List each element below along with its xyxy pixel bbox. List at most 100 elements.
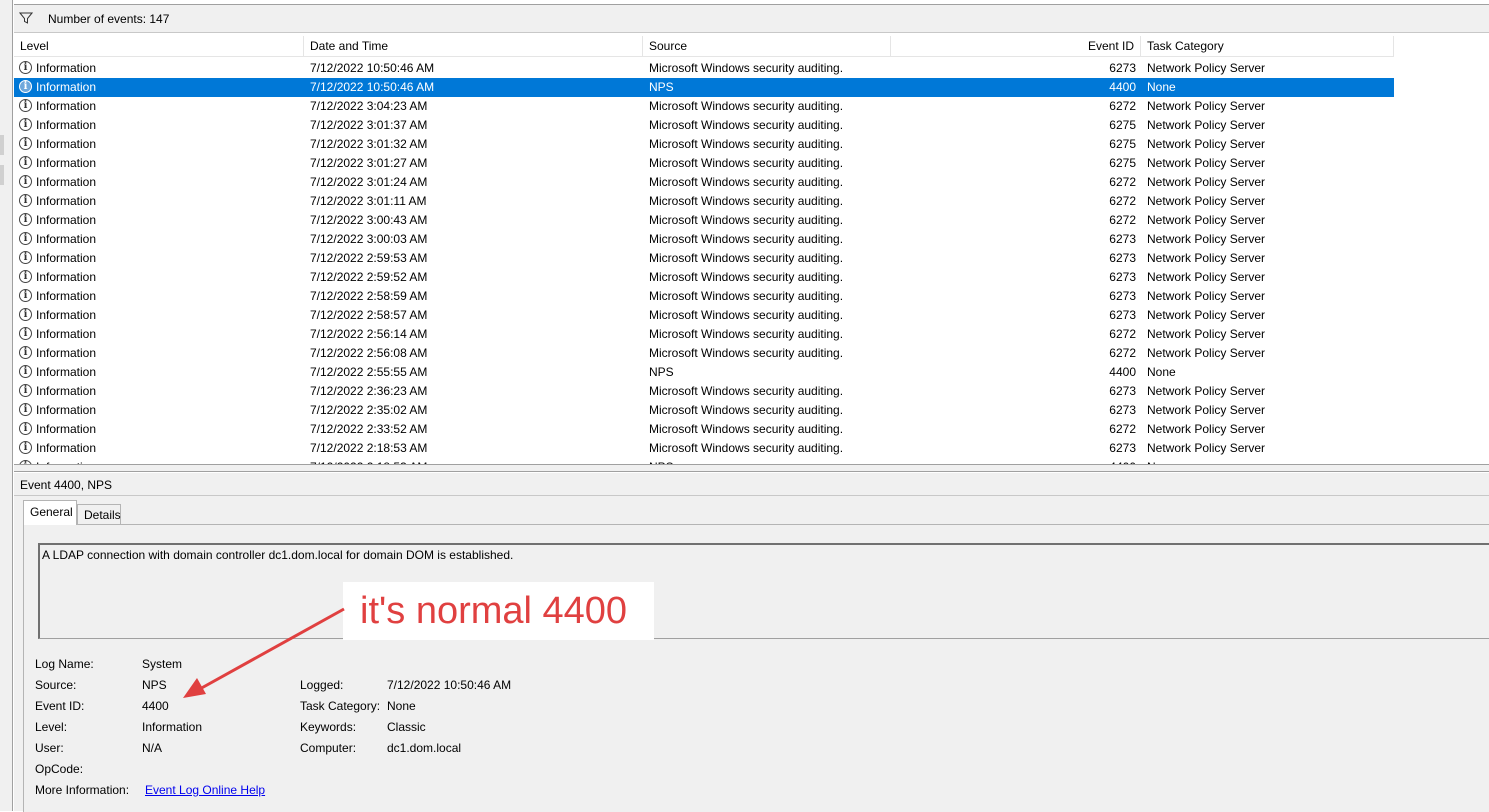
table-row[interactable]: i Information 7/12/2022 3:01:27 AM Microsof… xyxy=(14,154,1394,173)
level-cell: Information xyxy=(36,213,97,227)
table-row[interactable]: i Information 7/12/2022 2:59:52 AM Microsof… xyxy=(14,268,1394,287)
table-row[interactable]: i Information 7/12/2022 2:56:08 AM Microsof… xyxy=(14,344,1394,363)
source-cell: Microsoft Windows security auditing. xyxy=(649,384,844,398)
column-header-date-time[interactable]: Date and Time xyxy=(304,36,643,56)
table-row[interactable]: i Information 7/12/2022 2:59:53 AM Microsof… xyxy=(14,249,1394,268)
information-icon: i xyxy=(19,156,32,169)
information-icon: i xyxy=(19,403,32,416)
table-row[interactable]: i Information 7/12/2022 2:36:23 AM Microsof… xyxy=(14,382,1394,401)
level-cell: Information xyxy=(36,365,97,379)
table-row[interactable]: i Information 7/12/2022 2:55:55 AM NPS 4400 N… xyxy=(14,363,1394,382)
event-id-cell: 6273 xyxy=(1109,61,1136,75)
information-icon: i xyxy=(19,61,32,74)
date-time-cell: 7/12/2022 2:36:23 AM xyxy=(310,384,428,398)
event-detail-pane: Event 4400, NPS General Details A LDAP c… xyxy=(14,473,1489,812)
table-row[interactable]: i Information 7/12/2022 3:01:32 AM Microsof… xyxy=(14,135,1394,154)
source-label: Source: xyxy=(35,678,77,692)
source-cell: Microsoft Windows security auditing. xyxy=(649,194,844,208)
table-row[interactable]: i Information 7/12/2022 2:56:14 AM Microsof… xyxy=(14,325,1394,344)
computer-value: dc1.dom.local xyxy=(387,741,462,755)
source-cell: Microsoft Windows security auditing. xyxy=(649,441,844,455)
table-row[interactable]: i Information 7/12/2022 10:50:46 AM Microso… xyxy=(14,59,1394,78)
pane-splitter[interactable] xyxy=(14,464,1489,472)
table-row[interactable]: i Information 7/12/2022 3:01:37 AM Microsof… xyxy=(14,116,1394,135)
log-name-label: Log Name: xyxy=(35,657,94,671)
table-row[interactable]: i Information 7/12/2022 3:00:03 AM Microsof… xyxy=(14,230,1394,249)
table-row[interactable]: i Information 7/12/2022 10:50:46 AM NPS 4400… xyxy=(14,78,1394,97)
event-id-cell: 6275 xyxy=(1109,137,1136,151)
task-category-cell: None xyxy=(1147,80,1176,94)
column-header-level[interactable]: Level xyxy=(14,36,304,56)
information-icon: i xyxy=(19,422,32,435)
task-category-cell: Network Policy Server xyxy=(1147,403,1266,417)
task-category-cell: Network Policy Server xyxy=(1147,175,1266,189)
event-id-cell: 6273 xyxy=(1109,403,1136,417)
source-cell: Microsoft Windows security auditing. xyxy=(649,270,844,284)
date-time-cell: 7/12/2022 3:01:27 AM xyxy=(310,156,428,170)
information-icon: i xyxy=(19,308,32,321)
column-header-event-id[interactable]: Event ID xyxy=(891,36,1141,56)
user-value: N/A xyxy=(142,741,163,755)
table-row[interactable]: i Information 7/12/2022 2:18:53 AM Microsof… xyxy=(14,439,1394,458)
table-row[interactable]: i Information 7/12/2022 3:01:11 AM Microsof… xyxy=(14,192,1394,211)
column-header-source[interactable]: Source xyxy=(643,36,891,56)
annotation-text: it's normal 4400 xyxy=(360,590,628,632)
tab-details[interactable]: Details xyxy=(77,504,121,525)
date-time-cell: 7/12/2022 2:59:53 AM xyxy=(310,251,428,265)
source-cell: Microsoft Windows security auditing. xyxy=(649,232,844,246)
column-header-task-category[interactable]: Task Category xyxy=(1141,36,1394,56)
date-time-cell: 7/12/2022 2:59:52 AM xyxy=(310,270,428,284)
table-row[interactable]: i Information 7/12/2022 3:00:43 AM Microsof… xyxy=(14,211,1394,230)
tab-general[interactable]: General xyxy=(23,500,77,525)
frame-marker xyxy=(0,135,4,155)
date-time-cell: 7/12/2022 3:01:11 AM xyxy=(310,194,427,208)
event-id-cell: 6273 xyxy=(1109,251,1136,265)
task-category-cell: Network Policy Server xyxy=(1147,99,1266,113)
level-cell: Information xyxy=(36,137,97,151)
date-time-cell: 7/12/2022 3:04:23 AM xyxy=(310,99,428,113)
event-id-cell: 6272 xyxy=(1109,175,1136,189)
date-time-cell: 7/12/2022 2:58:59 AM xyxy=(310,289,428,303)
table-row[interactable]: i Information 7/12/2022 2:58:57 AM Microsof… xyxy=(14,306,1394,325)
event-description-box[interactable]: A LDAP connection with domain controller… xyxy=(38,543,1489,639)
event-id-cell: 6273 xyxy=(1109,384,1136,398)
event-id-cell: 6275 xyxy=(1109,118,1136,132)
task-category-cell: Network Policy Server xyxy=(1147,213,1266,227)
task-category-cell: Network Policy Server xyxy=(1147,270,1266,284)
task-category-cell: Network Policy Server xyxy=(1147,251,1266,265)
level-cell: Information xyxy=(36,175,97,189)
information-icon: i xyxy=(19,80,32,93)
level-cell: Information xyxy=(36,289,97,303)
date-time-cell: 7/12/2022 10:50:46 AM xyxy=(310,61,435,75)
table-row[interactable]: i Information 7/12/2022 3:04:23 AM Microsof… xyxy=(14,97,1394,116)
source-cell: Microsoft Windows security auditing. xyxy=(649,118,844,132)
event-id-cell: 6272 xyxy=(1109,213,1136,227)
date-time-cell: 7/12/2022 2:56:14 AM xyxy=(310,327,428,341)
task-category-cell: Network Policy Server xyxy=(1147,384,1266,398)
level-cell: Information xyxy=(36,422,97,436)
level-cell: Information xyxy=(36,441,97,455)
level-cell: Information xyxy=(36,99,97,113)
date-time-cell: 7/12/2022 2:33:52 AM xyxy=(310,422,428,436)
information-icon: i xyxy=(19,118,32,131)
source-cell: Microsoft Windows security auditing. xyxy=(649,175,844,189)
table-row[interactable]: i Information 7/12/2022 2:33:52 AM Microsof… xyxy=(14,420,1394,439)
event-id-cell: 6273 xyxy=(1109,289,1136,303)
event-id-cell: 6275 xyxy=(1109,156,1136,170)
source-cell: Microsoft Windows security auditing. xyxy=(649,346,844,360)
table-row[interactable]: i Information 7/12/2022 3:01:24 AM Microsof… xyxy=(14,173,1394,192)
event-list[interactable]: Level Date and Time Source Event ID Task… xyxy=(14,36,1489,464)
table-row[interactable]: i Information 7/12/2022 2:58:59 AM Microsof… xyxy=(14,287,1394,306)
log-name-value: System xyxy=(142,657,183,671)
level-cell: Information xyxy=(36,80,97,94)
date-time-cell: 7/12/2022 10:50:46 AM xyxy=(310,80,435,94)
source-cell: Microsoft Windows security auditing. xyxy=(649,403,844,417)
level-cell: Information xyxy=(36,270,97,284)
table-row[interactable]: i Information 7/12/2022 2:35:02 AM Microsof… xyxy=(14,401,1394,420)
filter-icon[interactable] xyxy=(19,11,33,25)
information-icon: i xyxy=(19,99,32,112)
task-category-value: None xyxy=(387,699,416,713)
event-log-online-help-link[interactable]: Event Log Online Help xyxy=(145,783,265,797)
information-icon: i xyxy=(19,441,32,454)
detail-divider xyxy=(14,495,1489,496)
